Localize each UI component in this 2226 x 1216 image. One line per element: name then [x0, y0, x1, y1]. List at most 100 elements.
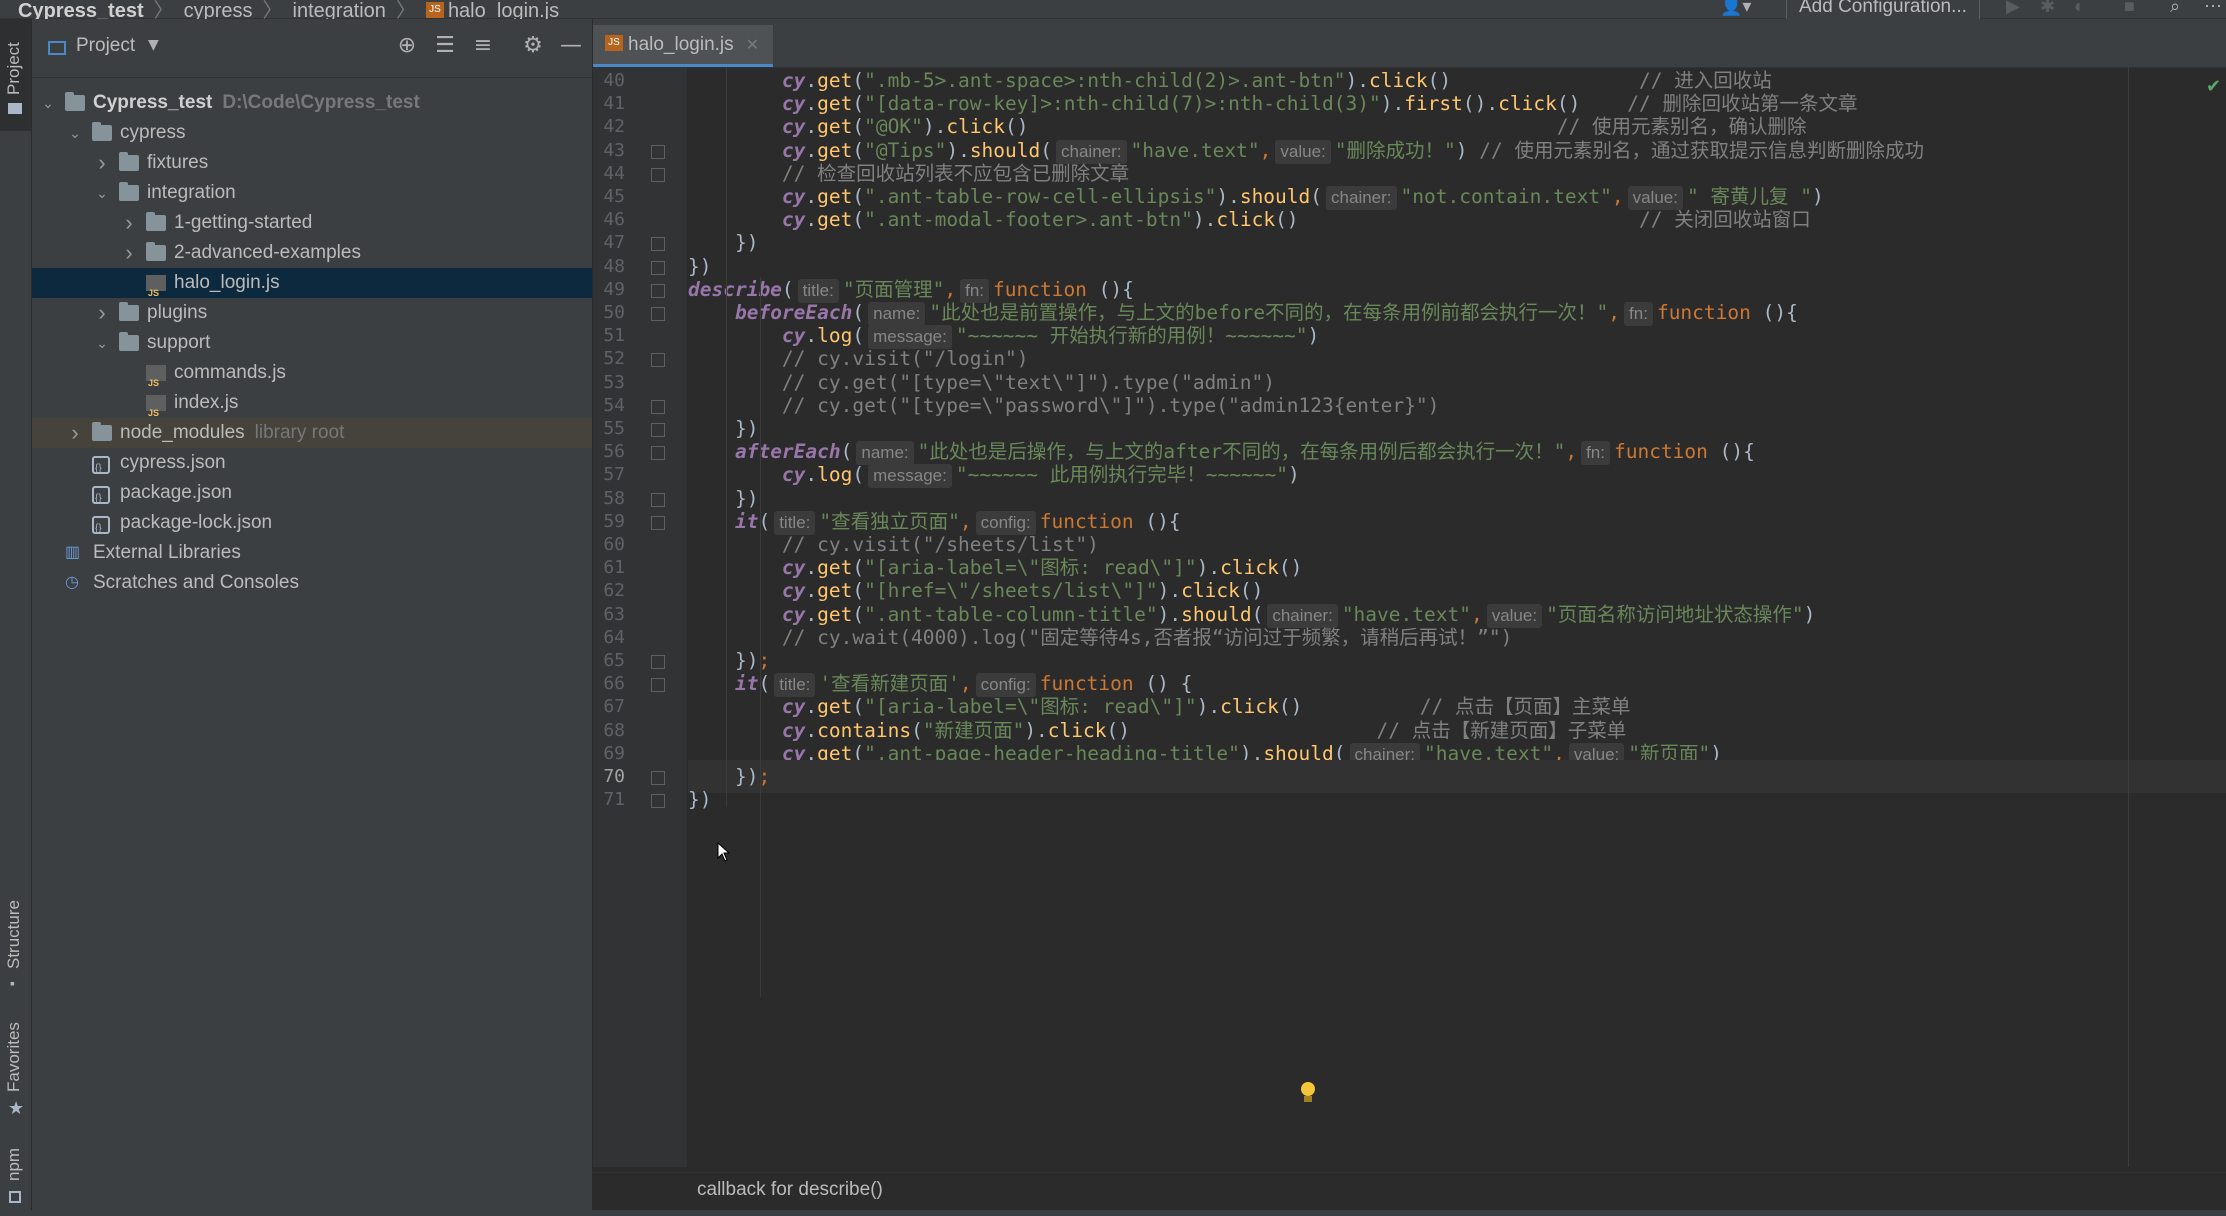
fold-marker-icon[interactable]	[651, 283, 665, 298]
line-number: 48	[603, 255, 625, 277]
fold-marker-icon[interactable]	[651, 353, 665, 368]
code-token: })	[688, 788, 712, 812]
code-token: ,	[1565, 440, 1578, 464]
tree-item[interactable]: index.js	[32, 388, 592, 428]
chevron-right-icon[interactable]: ›	[121, 208, 137, 238]
folder-icon	[146, 242, 166, 261]
locate-icon[interactable]: ⊕	[392, 31, 422, 61]
code-token: (	[852, 208, 865, 232]
code-line[interactable]: // cy.get("[type=\"password\"]").type("a…	[688, 389, 1439, 422]
tree-item[interactable]: ⌄ Cypress_test D:\Code\Cypress_test	[32, 88, 592, 118]
tree-item[interactable]: ⌄ cypress	[32, 118, 592, 148]
tree-item[interactable]: › node_modules library root	[32, 418, 592, 448]
chevron-down-icon[interactable]: ⌄	[94, 328, 110, 358]
chevron-down-icon[interactable]: ⌄	[40, 88, 56, 118]
code-token: // cy.get("[type=\"password\"]").type("a…	[781, 393, 1440, 417]
settings-icon[interactable]: ⋯	[2204, 0, 2222, 17]
line-number-gutter: 40 41 42 43 44 45 46 47 48 49 50 51 52 53 54 55 56 57 58 59…	[593, 67, 687, 1167]
fold-marker-icon[interactable]	[651, 144, 665, 159]
chevron-right-icon[interactable]: ›	[94, 298, 110, 328]
collapse-all-icon[interactable]: ≡	[468, 31, 498, 61]
tree-item[interactable]: ⌄ integration	[32, 178, 592, 208]
fold-marker-icon[interactable]	[651, 307, 665, 321]
tab-project-tool[interactable]: Project	[0, 19, 31, 131]
line-number: 47	[603, 232, 625, 254]
line-number: 55	[603, 418, 625, 439]
chevron-right-icon[interactable]: ›	[121, 238, 137, 268]
line-number: 64	[603, 626, 625, 648]
tree-item[interactable]: package.json	[32, 478, 592, 514]
tree-item[interactable]: commands.js	[32, 358, 592, 398]
fold-marker-icon[interactable]	[651, 771, 665, 785]
code-area[interactable]: cy.get(".mb-5>.ant-space>:nth-child(2)>.…	[688, 67, 2226, 1167]
line-number: 70	[603, 766, 625, 787]
fold-marker-icon[interactable]	[651, 423, 665, 437]
parameter-hint: message:	[868, 464, 952, 489]
run-icon[interactable]: ▶	[2006, 0, 2020, 17]
tree-item-label: cypress.json	[120, 452, 226, 473]
fold-marker-icon[interactable]	[651, 515, 665, 530]
fold-marker-icon[interactable]	[651, 678, 665, 693]
fold-marker-icon[interactable]	[651, 794, 665, 809]
tab-structure-tool[interactable]: Structure ▪	[0, 879, 31, 999]
chevron-down-icon[interactable]: ▼	[148, 37, 159, 53]
fold-marker-icon[interactable]	[651, 237, 665, 252]
tree-item-label: package.json	[120, 482, 232, 503]
tree-item[interactable]: ◷ Scratches and Consoles	[32, 568, 592, 598]
tree-item[interactable]: package-lock.json	[32, 508, 592, 544]
fold-marker-icon[interactable]	[651, 655, 665, 669]
stop-icon[interactable]: ■	[2124, 0, 2135, 17]
project-panel-title[interactable]: Project	[76, 35, 135, 57]
tab-halo-login[interactable]: JS halo_login.js ✕	[593, 25, 774, 67]
user-icon[interactable]: 👤▾	[1720, 0, 1751, 17]
close-icon[interactable]: ✕	[746, 37, 759, 54]
search-icon[interactable]: ⌕	[2170, 0, 2180, 17]
gear-icon[interactable]: ⚙	[518, 31, 548, 61]
code-line[interactable]: // cy.wait(4000).log("固定等待4s,否者报“访问过于频繁，…	[688, 621, 1512, 654]
hide-icon[interactable]: —	[556, 31, 586, 61]
tree-item[interactable]: › plugins	[32, 298, 592, 328]
scratches-icon: ◷	[65, 574, 79, 591]
indent-guide	[760, 277, 761, 997]
lightbulb-icon[interactable]	[1299, 1082, 1317, 1104]
tree-item[interactable]: cypress.json	[32, 448, 592, 484]
tree-item[interactable]: ▥ External Libraries	[32, 538, 592, 568]
tree-item[interactable]: › fixtures	[32, 148, 592, 178]
chevron-down-icon[interactable]: ⌄	[67, 118, 83, 148]
expand-all-icon[interactable]: ☰	[430, 31, 460, 61]
tree-item[interactable]: › 1-getting-started	[32, 208, 592, 238]
code-token: ).	[1192, 208, 1217, 232]
fold-marker-icon[interactable]	[651, 167, 665, 182]
line-number: 68	[603, 719, 625, 741]
line-number: 69	[603, 742, 625, 764]
code-token: )	[1803, 602, 1816, 626]
star-icon: ★	[8, 1098, 25, 1118]
tab-npm-tool[interactable]: npm	[0, 1129, 31, 1214]
code-line[interactable]: cy.log(message: "~~~~~~ 此用例执行完毕！~~~~~~")	[688, 458, 1300, 491]
folder-icon	[8, 103, 22, 114]
debug-icon[interactable]: ✱	[2040, 0, 2055, 17]
tree-item-label: 1-getting-started	[174, 212, 313, 233]
tree-item-label: integration	[147, 182, 236, 203]
code-line[interactable]: })	[688, 783, 711, 816]
tree-item[interactable]: halo_login.js	[32, 268, 592, 308]
code-token: (	[852, 463, 865, 487]
chevron-right-icon[interactable]: ›	[94, 148, 110, 178]
code-token: )	[1307, 324, 1320, 348]
fold-marker-icon[interactable]	[651, 260, 665, 275]
fold-marker-icon[interactable]	[651, 446, 665, 461]
fold-marker-icon[interactable]	[651, 492, 665, 507]
breadcrumb-label[interactable]: callback for describe()	[697, 1179, 883, 1201]
chevron-right-icon[interactable]: ›	[67, 418, 83, 448]
code-token: (){	[1719, 440, 1755, 464]
coverage-icon[interactable]: ◐	[2074, 0, 2085, 17]
fold-marker-icon[interactable]	[651, 399, 665, 414]
chevron-down-icon[interactable]: ⌄	[94, 178, 110, 208]
tree-item[interactable]: ⌄ support	[32, 328, 592, 358]
line-number: 51	[603, 325, 625, 347]
tree-item[interactable]: › 2-advanced-examples	[32, 238, 592, 268]
tree-item-label: Scratches and Consoles	[93, 572, 299, 593]
tab-favorites-tool[interactable]: Favorites ★	[0, 1004, 31, 1124]
code-line[interactable]: cy.get(".ant-modal-footer>.ant-btn").cli…	[688, 203, 1811, 236]
